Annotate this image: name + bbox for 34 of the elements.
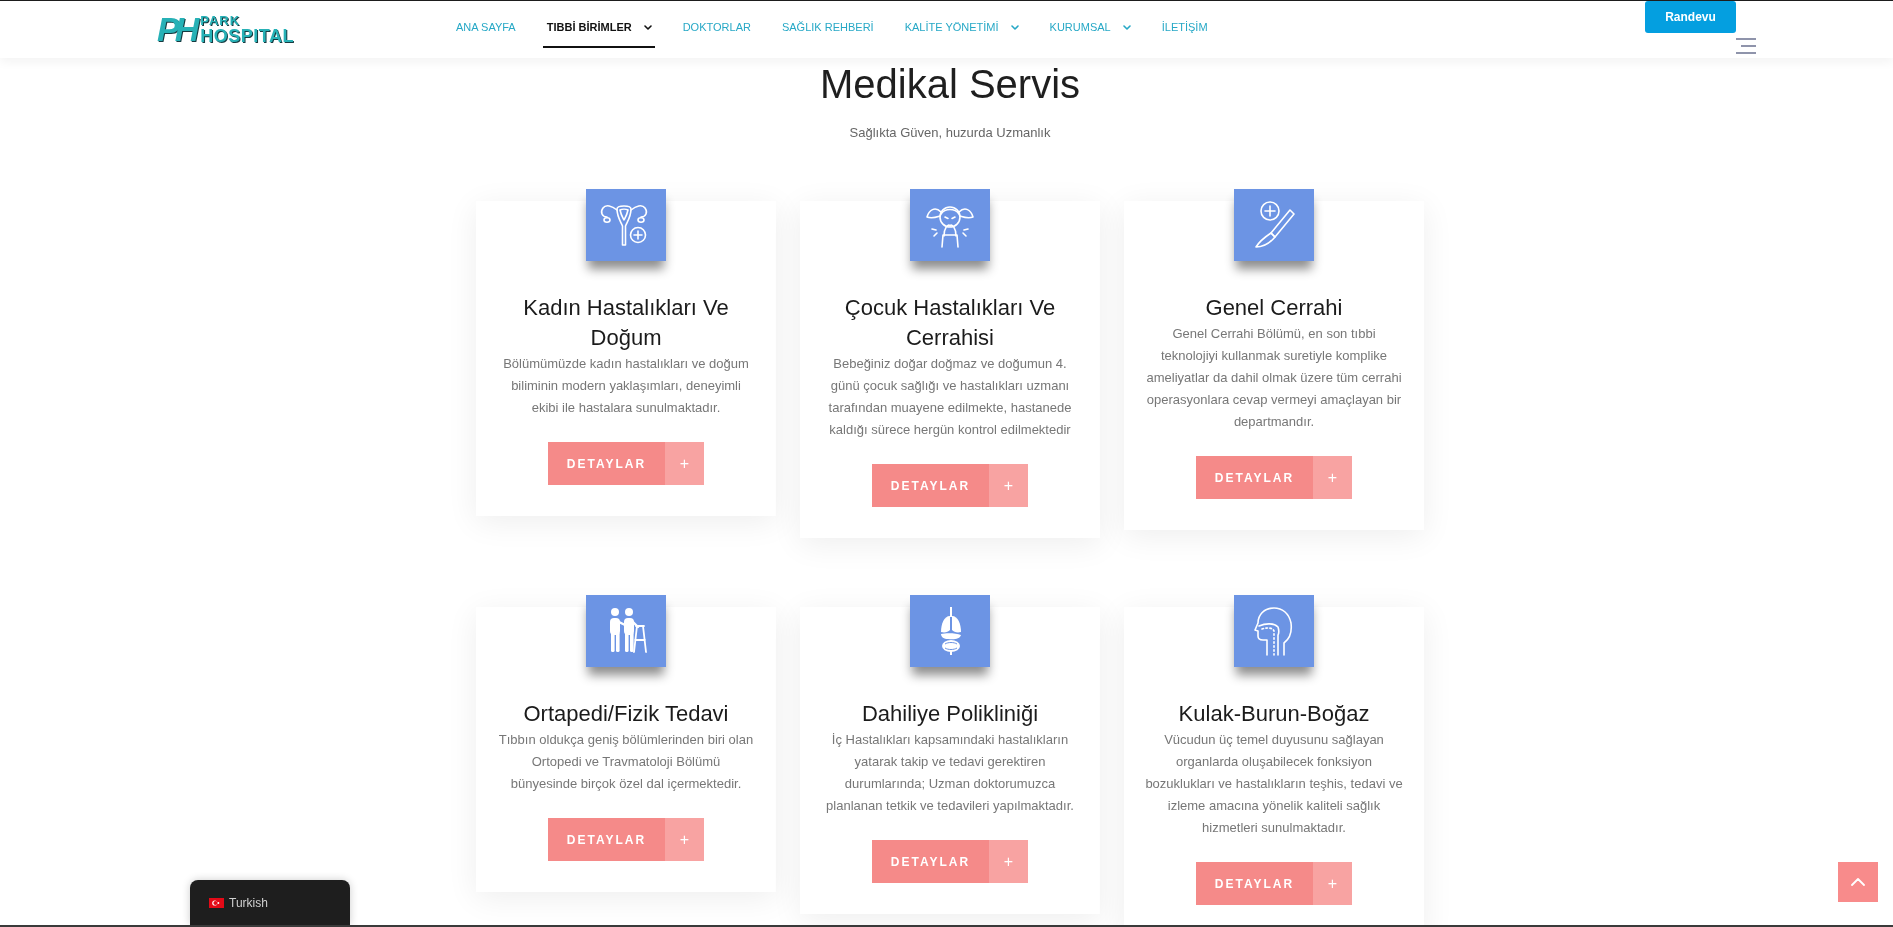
section-title: Medikal Servis bbox=[819, 61, 1081, 108]
service-description: Tıbbın oldukça geniş bölümlerinden biri olan Ortopedi ve Travmatoloji Bölümü bünyesinde birçok özel dal içermektedir. bbox=[497, 731, 755, 793]
details-button[interactable]: DETAYLAR + bbox=[548, 818, 704, 861]
flag-icon bbox=[209, 898, 224, 908]
details-button[interactable]: DETAYLAR + bbox=[1196, 456, 1352, 499]
service-description: İç Hastalıkları kapsamındaki hastalıkların yatarak takip ve tedavi gerektiren durumlarında; Uzman doktorumuzca planlanan tetkik ve tedavileri yapılmaktadır. bbox=[825, 731, 1075, 815]
logo-wordmark[interactable]: PARK HOSPITAL bbox=[200, 13, 294, 45]
language-switcher[interactable]: Turkish bbox=[190, 880, 350, 925]
nav-link[interactable]: KALİTE YÖNETİMİ bbox=[900, 8, 1022, 48]
service-title: Ortapedi/Fizik Tedavi bbox=[522, 700, 730, 728]
menu-icon[interactable] bbox=[1736, 38, 1756, 54]
section-subtitle: Sağlıkta Güven, huzurda Uzmanlık bbox=[849, 124, 1051, 142]
nav-link[interactable]: KURUMSAL bbox=[1045, 8, 1134, 48]
service-title: Dahiliye Polikliniği bbox=[860, 700, 1040, 728]
service-title: Çocuk Hastalıkları Ve Cerrahisi bbox=[843, 294, 1057, 352]
service-title: Kulak-Burun-Boğaz bbox=[1177, 700, 1371, 728]
scroll-top-button[interactable] bbox=[1838, 862, 1878, 902]
details-button[interactable]: DETAYLAR + bbox=[872, 840, 1028, 883]
service-title: Genel Cerrahi bbox=[1204, 294, 1344, 322]
nav-link[interactable]: SAĞLIK REHBERİ bbox=[777, 8, 877, 48]
nav-link[interactable]: ANA SAYFA bbox=[452, 8, 519, 48]
service-description: Bölümümüzde kadın hastalıkları ve doğum biliminin modern yaklaşımları, deneyimli ekibi ile hastalara sunulmaktadır. bbox=[502, 355, 750, 417]
details-button[interactable]: DETAYLAR + bbox=[548, 442, 704, 485]
details-button[interactable]: DETAYLAR + bbox=[1196, 862, 1352, 905]
service-description: Vücudun üç temel duyusunu sağlayan organlarda oluşabilecek fonksiyon bozuklukları ve hastalıkların teşhis, tedavi ve izleme amacına yönelik kaliteli sağlık hizmetleri sunulmaktadır. bbox=[1144, 731, 1404, 837]
service-title: Kadın Hastalıkları Ve Doğum bbox=[522, 294, 730, 352]
nav-link[interactable]: İLETİŞİM bbox=[1157, 8, 1211, 48]
details-button[interactable]: DETAYLAR + bbox=[872, 464, 1028, 507]
nav-link[interactable]: TIBBİ BİRİMLER bbox=[542, 8, 655, 48]
service-description: Bebeğiniz doğar doğmaz ve doğumun 4. günü çocuk sağlığı ve hastalıkları uzmanı tarafından muayene edilmekte, hastanede kaldığı sürece hergün kontrol edilmektedir bbox=[827, 355, 1073, 439]
appointment-button[interactable]: Randevu bbox=[1645, 1, 1736, 33]
chevron-up-icon bbox=[1851, 878, 1865, 886]
service-description: Genel Cerrahi Bölümü, en son tıbbi teknolojiyi kullanmak suretiyle komplike ameliyatlar da dahil olmak üzere tüm cerrahi operasyonlara cevap vermeyi amaçlayan bir departmandır. bbox=[1145, 325, 1403, 431]
nav-link[interactable]: DOKTORLAR bbox=[678, 8, 754, 48]
